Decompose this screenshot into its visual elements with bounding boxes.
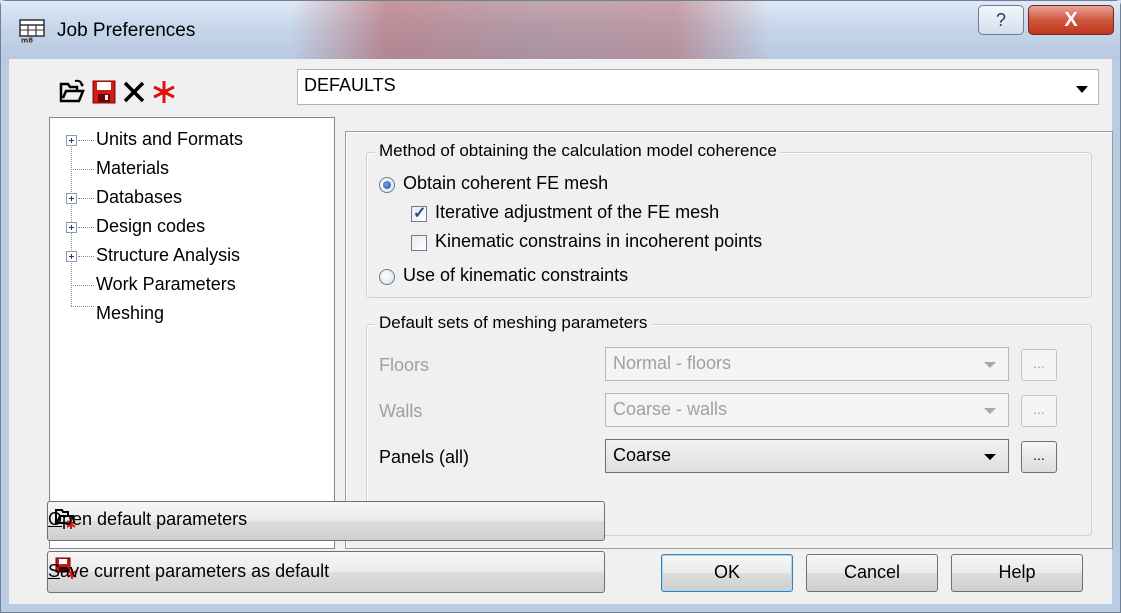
tree-connector	[71, 306, 94, 307]
save-as-default-button[interactable]: Save current parameters as default	[47, 551, 605, 593]
tree-item-meshing[interactable]: Meshing	[50, 301, 334, 327]
tree-connector	[71, 169, 94, 170]
tree-item-label: Structure Analysis	[96, 245, 241, 265]
tree-connector	[78, 227, 94, 228]
open-default-parameters-label: Open default parameters	[48, 509, 604, 530]
open-default-parameters-button[interactable]: Open default parameters	[47, 501, 605, 541]
chevron-down-icon[interactable]	[984, 454, 996, 460]
panels-select-value: Coarse	[613, 445, 672, 465]
walls-label: Walls	[379, 401, 423, 421]
new-star-icon[interactable]	[151, 79, 177, 105]
preferences-tree: Units and Formats Materials Databases De…	[49, 117, 335, 549]
tree-item-work-parameters[interactable]: Work Parameters	[50, 272, 334, 298]
tree-item-design-codes[interactable]: Design codes	[50, 214, 334, 240]
expand-plus-icon[interactable]	[66, 135, 77, 146]
svg-text:m8: m8	[21, 37, 33, 44]
preset-select-value: DEFAULTS	[304, 75, 396, 95]
tree-item-databases[interactable]: Databases	[50, 185, 334, 211]
floors-select-value: Normal - floors	[613, 353, 732, 373]
open-folder-icon[interactable]	[59, 79, 85, 105]
tree-connector	[78, 256, 94, 257]
checkbox-kinematic-constrains-label[interactable]: Kinematic constrains in incoherent point…	[435, 231, 762, 252]
tree-connector	[78, 198, 94, 199]
save-as-default-label: Save current parameters as default	[48, 561, 604, 582]
radio-kinematic-constraints[interactable]	[379, 269, 395, 285]
checkbox-iterative-adjustment[interactable]	[411, 203, 427, 223]
panels-label: Panels (all)	[379, 447, 470, 467]
expand-plus-icon[interactable]	[66, 251, 77, 262]
save-default-rest-text: ave current parameters as default	[60, 561, 330, 581]
title-bar-background	[291, 1, 771, 59]
chevron-down-icon	[984, 362, 996, 368]
title-close-button[interactable]: X	[1028, 5, 1114, 35]
panels-select[interactable]: Coarse	[605, 439, 1009, 473]
hotkey-underline: O	[48, 509, 63, 529]
panels-browse-button[interactable]: ...	[1021, 441, 1057, 473]
chevron-down-icon	[984, 408, 996, 414]
tree-item-label: Work Parameters	[96, 274, 236, 294]
tree-connector	[78, 140, 94, 141]
floors-select: Normal - floors	[605, 347, 1009, 381]
app-icon: m8	[19, 19, 45, 43]
tree-item-materials[interactable]: Materials	[50, 156, 334, 182]
walls-select: Coarse - walls	[605, 393, 1009, 427]
tree-connector	[71, 285, 94, 286]
help-button-label: Help	[998, 562, 1036, 582]
expand-plus-icon[interactable]	[66, 193, 77, 204]
floors-browse-button: ...	[1021, 349, 1057, 381]
tree-item-label: Design codes	[96, 216, 206, 236]
walls-select-value: Coarse - walls	[613, 399, 728, 419]
walls-browse-button: ...	[1021, 395, 1057, 427]
tree-item-label: Materials	[96, 158, 170, 178]
tree-item-units-and-formats[interactable]: Units and Formats	[50, 127, 334, 153]
radio-coherent-mesh[interactable]	[379, 177, 395, 193]
help-button[interactable]: Help	[951, 554, 1083, 592]
radio-coherent-mesh-label[interactable]: Obtain coherent FE mesh	[403, 173, 608, 194]
chevron-down-icon[interactable]	[1076, 86, 1088, 93]
window-title: Job Preferences	[57, 20, 196, 41]
delete-x-icon[interactable]	[121, 79, 147, 105]
meshing-sets-group-title: Default sets of meshing parameters	[375, 313, 652, 333]
meshing-settings-panel: Method of obtaining the calculation mode…	[345, 131, 1113, 549]
ok-button-label: OK	[713, 562, 740, 582]
tree-item-structure-analysis[interactable]: Structure Analysis	[50, 243, 334, 269]
open-default-rest-text: pen default parameters	[62, 509, 248, 529]
dialog-client-area: DEFAULTS Units and Formats Materials Dat…	[9, 59, 1113, 604]
checkbox-iterative-adjustment-label[interactable]: Iterative adjustment of the FE mesh	[435, 202, 719, 223]
radio-kinematic-constraints-label[interactable]: Use of kinematic constraints	[403, 265, 628, 286]
tree-item-label: Databases	[96, 187, 183, 207]
floors-label: Floors	[379, 355, 430, 375]
cancel-button[interactable]: Cancel	[806, 554, 938, 592]
expand-plus-icon[interactable]	[66, 222, 77, 233]
title-help-button[interactable]: ?	[978, 5, 1024, 35]
save-disk-icon[interactable]	[91, 79, 117, 105]
preset-select[interactable]: DEFAULTS	[297, 69, 1099, 105]
ok-button[interactable]: OK	[661, 554, 793, 592]
tree-item-label: Meshing	[96, 303, 165, 323]
hotkey-underline: S	[48, 561, 61, 581]
job-preferences-window: m8 Job Preferences ? X DEFAULTS Units an…	[0, 0, 1121, 613]
cancel-button-label: Cancel	[843, 562, 901, 582]
coherence-group-title: Method of obtaining the calculation mode…	[375, 141, 781, 161]
title-bar[interactable]: m8 Job Preferences ? X	[1, 1, 1120, 59]
checkbox-kinematic-constrains[interactable]	[411, 235, 427, 251]
tree-item-label: Units and Formats	[96, 129, 244, 149]
coherence-group: Method of obtaining the calculation mode…	[366, 141, 1092, 298]
